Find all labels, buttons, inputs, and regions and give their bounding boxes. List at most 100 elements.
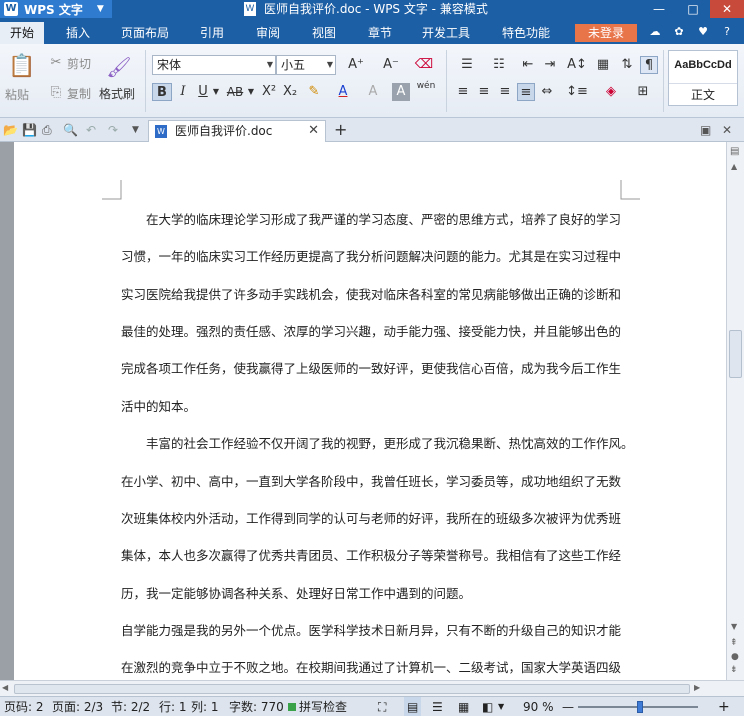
distribute-icon[interactable]: ⇔ <box>538 83 556 101</box>
scroll-right-icon[interactable]: ▶ <box>694 683 700 692</box>
font-name-select[interactable]: 宋体 ▼ <box>152 55 276 75</box>
zoom-in-button[interactable]: + <box>718 697 730 716</box>
align-right-icon[interactable]: ≡ <box>496 83 514 101</box>
borders-icon[interactable]: ⊞ <box>630 83 656 101</box>
text-line[interactable]: 次班集体校内外活动，工作得到同学的认可与老师的好评，我所在的班级多次被评为优秀班 <box>121 511 621 527</box>
scroll-down-icon[interactable]: ▼ <box>731 622 737 631</box>
chevron-down-icon[interactable]: ▼ <box>246 83 256 101</box>
increase-indent-icon[interactable]: ⇥ <box>540 56 560 74</box>
scissors-icon[interactable]: ✂ <box>47 54 65 72</box>
text-line[interactable]: 集体，本人也多次赢得了优秀共青团员、工作积极分子等荣誉称号。我相信有了这些工作经 <box>121 548 621 564</box>
show-marks-icon[interactable]: ¶ <box>640 56 658 74</box>
minimize-button[interactable]: — <box>642 0 676 18</box>
document-tab[interactable]: W 医师自我评价.doc ✕ <box>148 120 326 142</box>
underline-button[interactable]: U <box>195 83 211 101</box>
text-direction-icon[interactable]: A↕ <box>564 56 590 74</box>
help-icon[interactable]: ? <box>720 25 734 39</box>
tab-developer[interactable]: 开发工具 <box>414 22 478 44</box>
page-view-icon[interactable]: ▤ <box>404 697 422 716</box>
text-line[interactable]: 活中的知本。 <box>121 399 621 415</box>
strikethrough-button[interactable]: AB <box>224 83 246 101</box>
print-preview-icon[interactable]: 🔍 <box>63 122 78 138</box>
save-icon[interactable]: 💾 <box>22 122 37 138</box>
document-page[interactable]: 在大学的临床理论学习形成了我严谨的学习态度、严密的思维方式，培养了良好的学习 习… <box>14 142 726 680</box>
decrease-indent-icon[interactable]: ⇤ <box>518 56 538 74</box>
text-line[interactable]: 习惯，一年的临床实习工作经历更提高了我分析问题解决问题的能力。尤其是在实习过程中 <box>121 249 621 265</box>
shirt-icon[interactable]: ♥ <box>696 25 710 39</box>
text-line[interactable]: 丰富的社会工作经验不仅开阔了我的视野，更形成了我沉稳果断、热忱高效的工作作风。 <box>121 436 634 452</box>
vertical-scrollbar[interactable]: ▤ ▲ ▼ ⇞ ● ⇟ <box>726 142 744 680</box>
vertical-scroll-thumb[interactable] <box>729 330 742 378</box>
word-count-status[interactable]: 字数: 770 <box>229 697 284 716</box>
font-color-button[interactable]: A <box>334 83 352 101</box>
tab-chapter[interactable]: 章节 <box>358 22 402 44</box>
bullet-list-icon[interactable]: ☰ <box>454 56 480 74</box>
align-left-icon[interactable]: ≡ <box>454 83 472 101</box>
tab-insert[interactable]: 插入 <box>56 22 100 44</box>
copy-label[interactable]: 复制 <box>67 85 91 102</box>
char-shading-icon[interactable]: A <box>392 83 410 101</box>
wps-app-menu-button[interactable]: W WPS 文字 ▼ <box>0 0 112 18</box>
text-line[interactable]: 实习医院给我提供了许多动手实践机会，使我对临床各科室的常见病能够做出正确的诊断和 <box>121 287 621 303</box>
tab-features[interactable]: 特色功能 <box>494 22 558 44</box>
font-size-select[interactable]: 小五 ▼ <box>276 55 336 75</box>
paste-label[interactable]: 粘贴 <box>5 86 29 103</box>
print-icon[interactable]: ⎙ <box>42 122 52 138</box>
cloud-icon[interactable]: ☁ <box>648 25 662 39</box>
text-effect-icon[interactable]: A <box>362 83 384 101</box>
login-button[interactable]: 未登录 <box>575 24 637 42</box>
tab-home[interactable]: 开始 <box>0 22 44 44</box>
maximize-button[interactable]: □ <box>676 0 710 18</box>
italic-button[interactable]: I <box>174 83 192 101</box>
horizontal-scroll-thumb[interactable] <box>14 684 690 694</box>
skin-icon[interactable]: ✿ <box>672 25 686 39</box>
tab-review[interactable]: 审阅 <box>246 22 290 44</box>
format-painter-label[interactable]: 格式刷 <box>99 85 135 102</box>
split-view-icon[interactable]: ▤ <box>730 146 739 157</box>
bold-button[interactable]: B <box>152 83 172 101</box>
redo-icon[interactable]: ↷ <box>108 122 118 138</box>
chevron-down-icon[interactable]: ▼ <box>211 83 221 101</box>
cut-label[interactable]: 剪切 <box>67 55 91 72</box>
undo-icon[interactable]: ↶ <box>86 122 96 138</box>
select-browse-object-icon[interactable]: ● <box>731 652 739 662</box>
shading-icon[interactable]: ◈ <box>598 83 624 101</box>
sort-icon[interactable]: ⇅ <box>618 56 636 74</box>
copy-icon[interactable]: ⎘ <box>47 84 65 102</box>
superscript-button[interactable]: X² <box>259 83 279 101</box>
full-screen-view-icon[interactable]: ⛶ <box>378 697 386 716</box>
tab-view[interactable]: 视图 <box>302 22 346 44</box>
text-line[interactable]: 最佳的处理。强烈的责任感、浓厚的学习兴趣，动手能力强、接受能力快，并且能够出色的 <box>121 324 621 340</box>
clear-format-icon[interactable]: ⌫ <box>414 56 434 74</box>
horizontal-scrollbar[interactable]: ◀ ▶ <box>0 680 744 696</box>
tab-references[interactable]: 引用 <box>190 22 234 44</box>
web-view-icon[interactable]: ▦ <box>458 697 469 716</box>
text-line[interactable]: 自学能力强是我的另外一个优点。医学科学技术日新月异，只有不断的升级自己的知识才能 <box>121 623 621 639</box>
highlight-icon[interactable]: ✎ <box>303 83 325 101</box>
align-center-icon[interactable]: ≡ <box>475 83 493 101</box>
text-line[interactable]: 在大学的临床理论学习形成了我严谨的学习态度、严密的思维方式，培养了良好的学习 <box>121 212 621 228</box>
text-line[interactable]: 在激烈的竞争中立于不败之地。在校期间我通过了计算机一、二级考试，国家大学英语四级 <box>121 660 621 676</box>
reading-view-icon[interactable]: ◧ <box>482 697 493 716</box>
close-doc-icon[interactable]: ✕ <box>722 122 732 138</box>
page-status[interactable]: 页面: 2/3 <box>52 697 103 716</box>
shrink-font-icon[interactable]: A⁻ <box>380 56 402 74</box>
justify-icon[interactable]: ≡ <box>517 83 535 101</box>
subscript-button[interactable]: X₂ <box>280 83 300 101</box>
style-gallery-normal[interactable]: AaBbCcDd 正文 <box>668 50 738 106</box>
zoom-slider-thumb[interactable] <box>637 701 644 713</box>
zoom-level[interactable]: 90 % <box>523 697 554 716</box>
text-line[interactable]: 历，我一定能够协调各种关系、处理好日常工作中遇到的问题。 <box>121 586 621 602</box>
outline-view-icon[interactable]: ☰ <box>432 697 443 716</box>
scroll-left-icon[interactable]: ◀ <box>2 683 8 692</box>
line-spacing-icon[interactable]: ↕≡ <box>564 83 590 101</box>
previous-page-icon[interactable]: ⇞ <box>730 638 738 648</box>
close-tab-button[interactable]: ✕ <box>308 121 319 141</box>
paste-icon[interactable]: 📋 <box>8 54 36 80</box>
spell-check-status[interactable]: 拼写检查 <box>299 697 347 716</box>
next-page-icon[interactable]: ⇟ <box>730 665 738 675</box>
chevron-down-icon[interactable]: ▼ <box>132 122 139 138</box>
tab-page-layout[interactable]: 页面布局 <box>114 22 176 44</box>
close-window-button[interactable]: ✕ <box>710 0 744 18</box>
zoom-out-button[interactable]: — <box>562 697 574 716</box>
